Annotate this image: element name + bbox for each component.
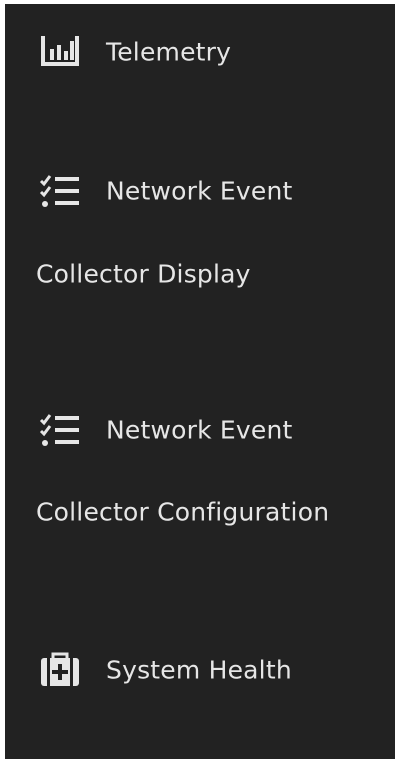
medical-kit-icon	[39, 652, 81, 688]
sidebar-item-row: Network Event	[5, 410, 395, 450]
sidebar-item-label: Network Event	[106, 415, 293, 445]
sidebar-item-network-event-collector-configuration[interactable]: Network Event Collector Configuration	[5, 410, 395, 527]
sidebar-item-label: Telemetry	[106, 37, 232, 67]
sidebar-item-row: Network Event	[5, 171, 395, 211]
sidebar-item-system-health[interactable]: System Health	[5, 650, 395, 690]
sidebar-item-row: System Health	[5, 650, 395, 690]
sidebar-item-label: System Health	[106, 655, 292, 685]
checklist-icon	[39, 412, 81, 448]
sidebar-item-label-line2: Collector Display	[36, 259, 251, 289]
sidebar-item-label-line2: Collector Configuration	[36, 497, 330, 527]
bar-chart-icon	[39, 34, 81, 70]
sidebar-item-label: Network Event	[106, 176, 293, 206]
checklist-icon	[39, 173, 81, 209]
sidebar-item-telemetry[interactable]: Telemetry	[5, 32, 395, 72]
sidebar-item-row: Telemetry	[5, 32, 395, 72]
sidebar-item-network-event-collector-display[interactable]: Network Event Collector Display	[5, 171, 395, 289]
sidebar-nav: Telemetry Network Event Collector Displa…	[5, 4, 395, 759]
